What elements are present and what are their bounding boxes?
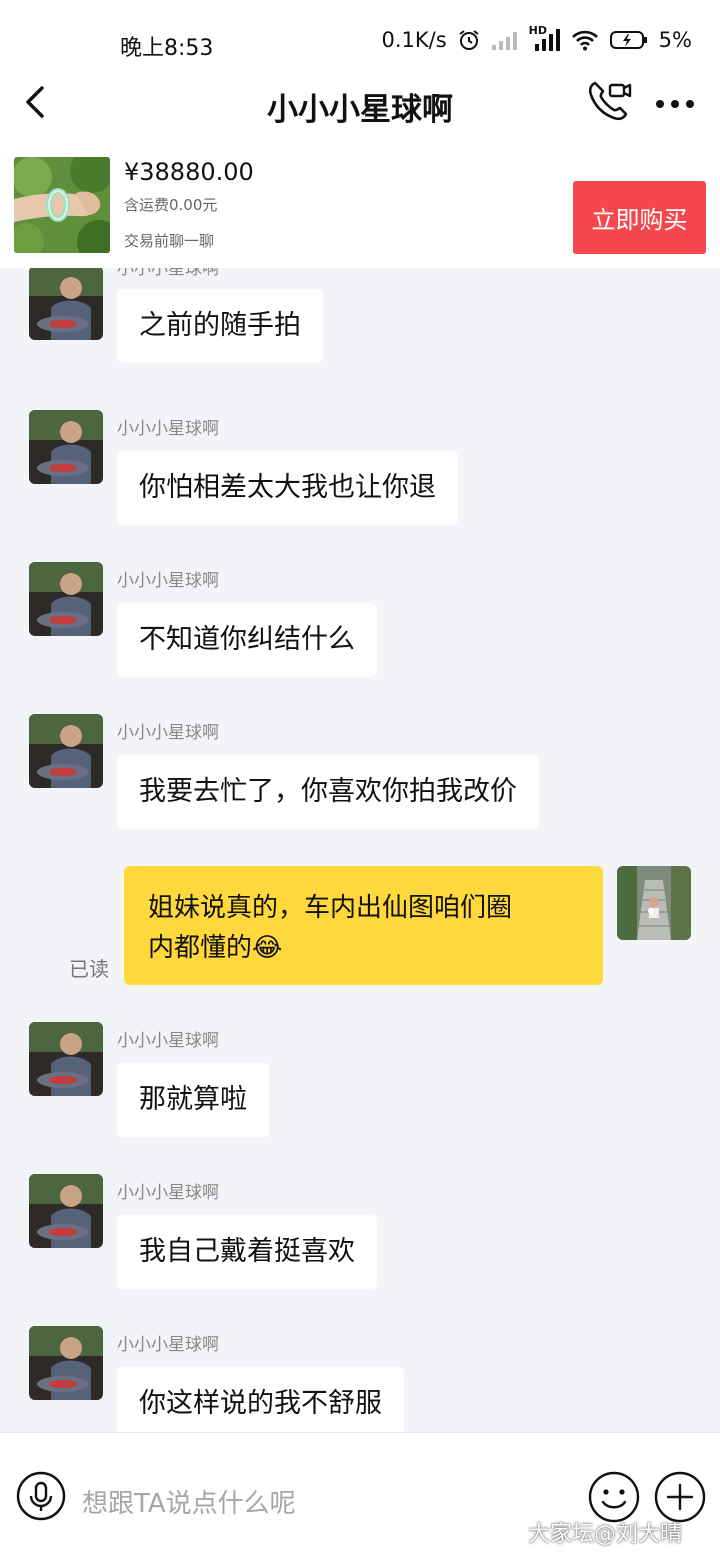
message-bubble[interactable]: 我要去忙了，你喜欢你拍我改价 [117, 755, 539, 829]
product-note: 交易前聊一聊 [124, 232, 215, 250]
more-button[interactable] [650, 84, 700, 124]
chat-list[interactable]: 小小小星球啊 之前的随手拍 小小小星球啊 你怕相差太大我也让你退 小小小星球啊 … [0, 268, 720, 1432]
call-button[interactable] [585, 78, 635, 124]
buy-now-button[interactable]: 立即购买 [573, 181, 706, 254]
product-image[interactable] [14, 157, 110, 253]
hd-signal: HD [529, 24, 561, 52]
network-speed: 0.1K/s [381, 28, 447, 52]
my-message-bubble[interactable]: 姐妹说真的，车内出仙图咱们圈 内都懂的😂 [124, 866, 603, 985]
avatar[interactable] [29, 268, 103, 340]
my-message-line: 内都懂的😂 [148, 933, 283, 963]
battery-icon [609, 31, 647, 49]
message-bubble[interactable]: 你怕相差太大我也让你退 [117, 451, 458, 525]
avatar[interactable] [29, 410, 103, 484]
phone-video-icon [588, 81, 632, 121]
more-dots-icon [656, 100, 694, 108]
avatar[interactable] [29, 562, 103, 636]
voice-button[interactable] [16, 1471, 66, 1521]
shipping-fee: 含运费0.00元 [124, 196, 218, 214]
status-icons: 0.1K/s HD 5% [381, 24, 692, 52]
sender-name: 小小小星球啊 [117, 1183, 219, 1203]
read-status: 已读 [69, 957, 109, 981]
message-bubble[interactable]: 之前的随手拍 [117, 289, 323, 363]
avatar[interactable] [29, 1174, 103, 1248]
signal-icon [534, 29, 560, 51]
message-bubble[interactable]: 那就算啦 [117, 1063, 269, 1137]
sender-name: 小小小星球啊 [117, 723, 219, 743]
status-time: 晚上8:53 [120, 36, 214, 61]
message-bubble[interactable]: 不知道你纠结什么 [117, 603, 377, 677]
alarm-icon [459, 30, 479, 50]
microphone-icon [16, 1471, 66, 1521]
watermark: 大家坛@刘大晴 [528, 1522, 683, 1547]
chat-header: 小小小星球啊 [0, 64, 720, 144]
product-photo [14, 157, 110, 253]
wifi-icon [571, 30, 598, 51]
avatar[interactable] [29, 714, 103, 788]
message-input[interactable]: 想跟TA说点什么呢 [82, 1483, 296, 1520]
my-avatar[interactable] [617, 866, 691, 940]
avatar[interactable] [29, 1022, 103, 1096]
battery-level: 5% [658, 28, 692, 52]
avatar[interactable] [29, 1326, 103, 1400]
sender-name: 小小小星球啊 [117, 268, 219, 279]
message-bubble[interactable]: 你这样说的我不舒服 [117, 1367, 404, 1432]
message-bubble[interactable]: 我自己戴着挺喜欢 [117, 1215, 377, 1289]
sender-name: 小小小星球啊 [117, 419, 219, 439]
my-message-line: 姐妹说真的，车内出仙图咱们圈 [148, 893, 513, 923]
signal-weak-icon [491, 32, 517, 50]
product-price: ¥38880.00 [124, 158, 254, 186]
sender-name: 小小小星球啊 [117, 571, 219, 591]
sender-name: 小小小星球啊 [117, 1031, 219, 1051]
sender-name: 小小小星球啊 [117, 1335, 219, 1355]
